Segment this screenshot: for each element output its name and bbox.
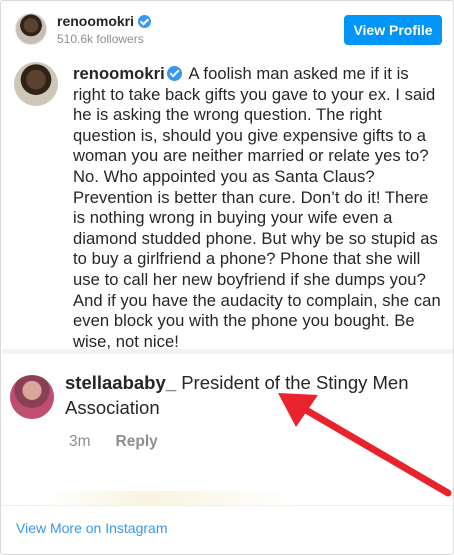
follower-count: 510.6k followers xyxy=(57,32,144,46)
view-profile-button[interactable]: View Profile xyxy=(344,15,442,45)
section-divider xyxy=(2,349,453,354)
post-caption: renoomokri A foolish man asked me if it … xyxy=(73,64,445,352)
blurred-content xyxy=(42,491,302,505)
verified-badge-icon xyxy=(138,14,152,28)
red-arrow-icon xyxy=(278,393,452,497)
profile-avatar[interactable] xyxy=(15,13,47,45)
caption-username: renoomokri xyxy=(73,64,165,83)
commenter-avatar xyxy=(10,375,54,419)
caption-text: A foolish man asked me if it is right to… xyxy=(73,64,441,351)
profile-name-row: renoomokri xyxy=(57,13,152,29)
comment-username: stellaababy_ xyxy=(65,372,177,393)
footer-divider xyxy=(1,505,453,506)
comment-time: 3m xyxy=(69,433,91,450)
view-more-link[interactable]: View More on Instagram xyxy=(16,520,167,536)
comment-reply: Reply xyxy=(115,433,158,450)
instagram-embed-card: renoomokri 510.6k followers View Profile… xyxy=(0,0,454,555)
post-image[interactable]: renoomokri A foolish man asked me if it … xyxy=(2,59,453,505)
caption-avatar xyxy=(14,62,58,106)
embed-header: renoomokri 510.6k followers View Profile xyxy=(1,1,453,59)
profile-username[interactable]: renoomokri xyxy=(57,13,134,29)
caption-verified-icon xyxy=(166,66,182,81)
comment-meta: 3m Reply xyxy=(69,433,158,451)
